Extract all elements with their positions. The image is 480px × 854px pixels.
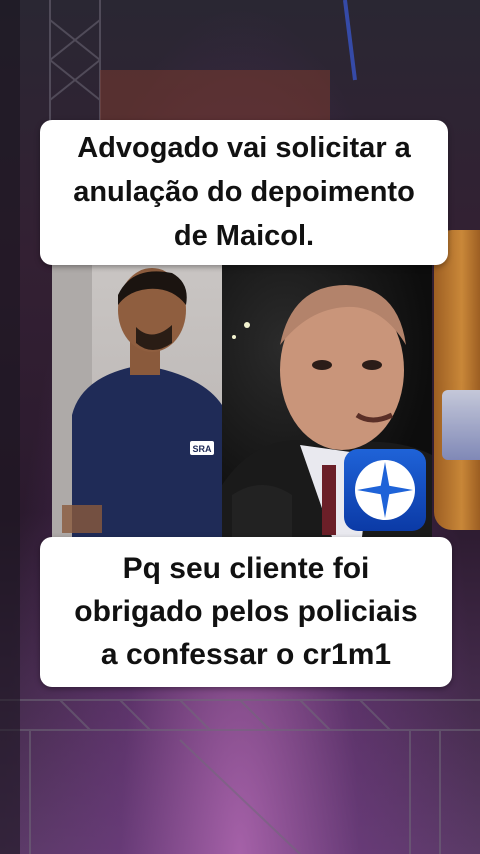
svg-text:SRA: SRA bbox=[192, 444, 212, 454]
top-caption: Advogado vai solicitar a anulação do dep… bbox=[40, 120, 448, 265]
photo-lawyer bbox=[222, 265, 432, 537]
person-in-blue-shirt-illustration: SRA bbox=[52, 265, 222, 537]
sra-logo-icon: SRA bbox=[190, 441, 214, 455]
background-bottle bbox=[434, 230, 480, 530]
tv-network-logo-icon bbox=[344, 449, 426, 531]
bottle-label bbox=[442, 390, 480, 460]
bottom-caption-line-1: Pq seu cliente foi bbox=[122, 552, 370, 585]
photo-suspect: SRA bbox=[52, 265, 222, 537]
bottom-caption-line-2: obrigado pelos policiais bbox=[74, 595, 418, 628]
bottom-caption: Pq seu cliente foi obrigado pelos polici… bbox=[40, 537, 452, 687]
bottom-caption-line-3: a confessar o cr1m1 bbox=[100, 638, 392, 671]
top-caption-line-2: anulação do depoimento bbox=[73, 176, 415, 208]
top-caption-line-1: Advogado vai solicitar a bbox=[77, 132, 411, 164]
top-caption-line-3: de Maicol. bbox=[173, 220, 315, 252]
